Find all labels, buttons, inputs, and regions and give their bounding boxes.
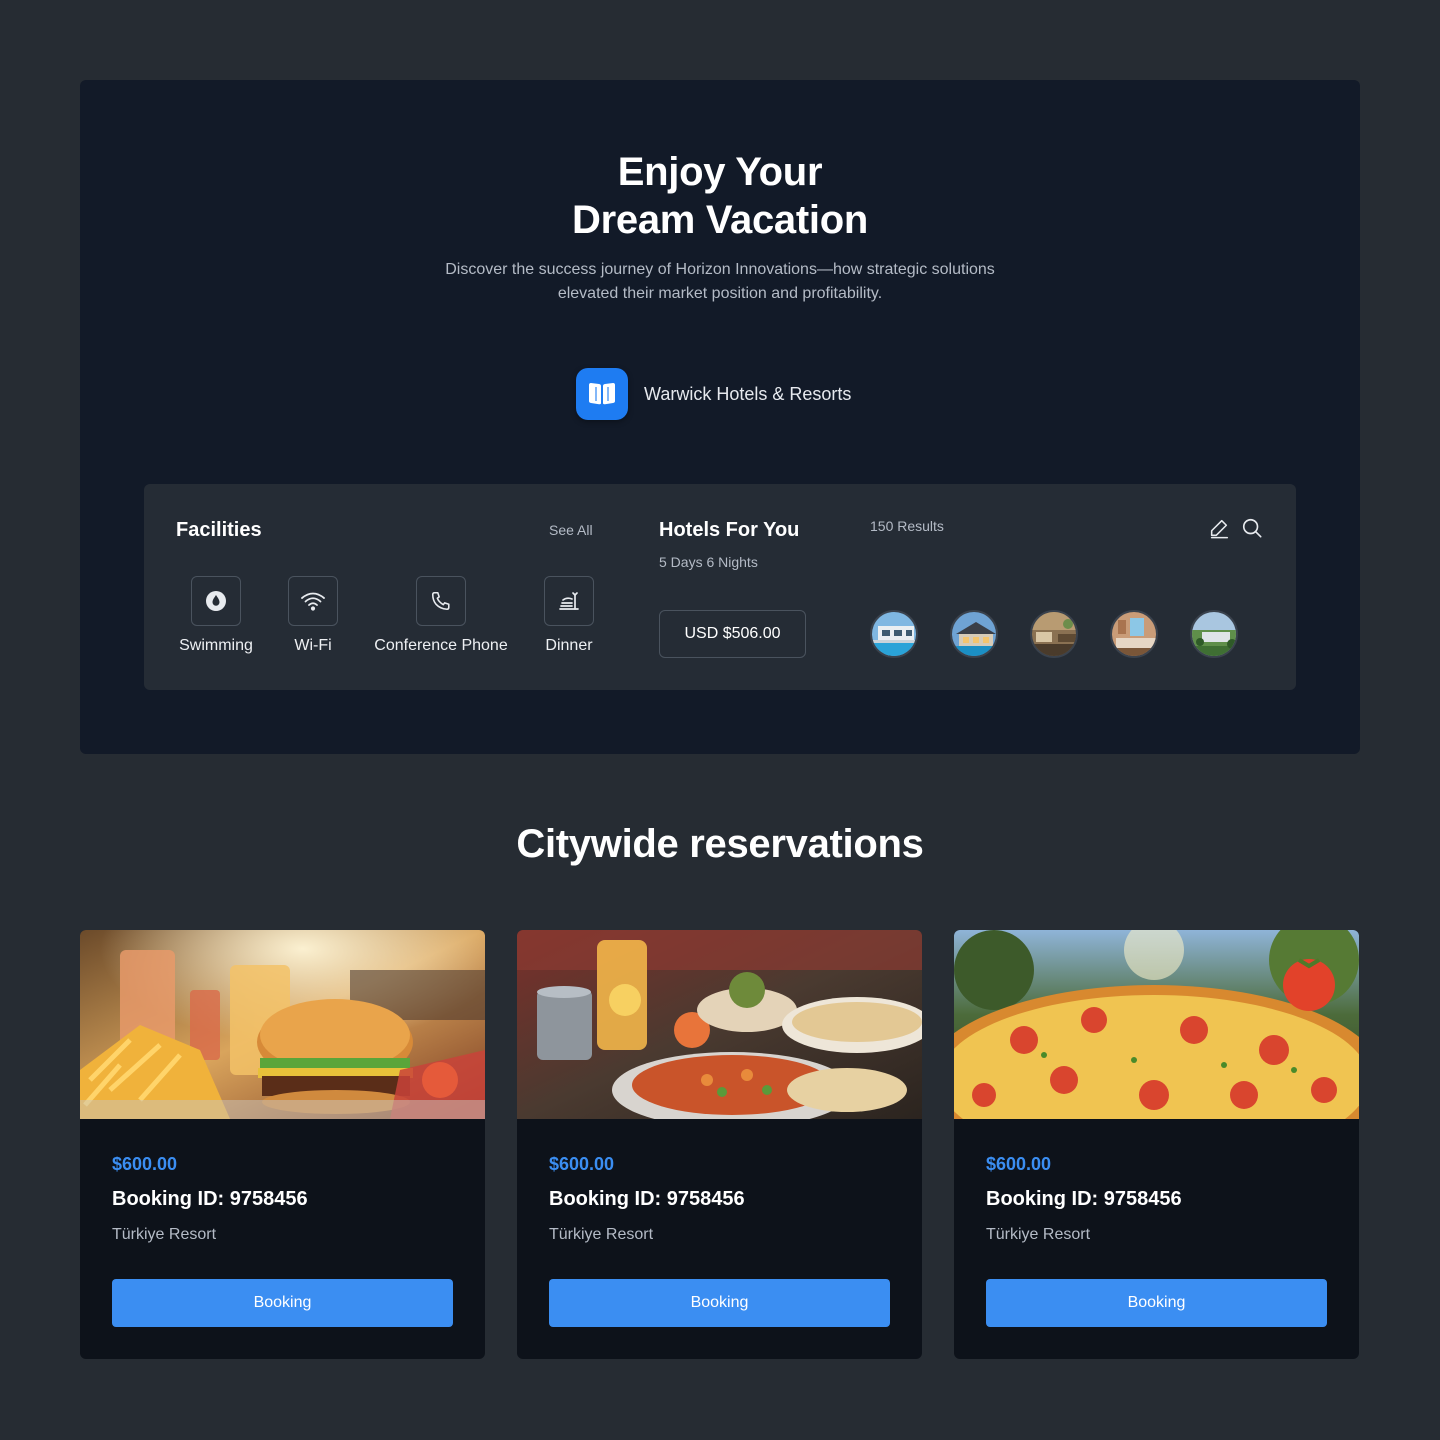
card-location: Türkiye Resort (986, 1226, 1091, 1243)
facility-label: Wi-Fi (294, 637, 332, 654)
card-booking-id: Booking ID: 9758456 (986, 1188, 1182, 1210)
card-price: $600.00 (986, 1154, 1052, 1174)
dinner-icon (544, 576, 594, 626)
facilities-hotels-panel: Facilities See All Swimming Wi-Fi Confer… (144, 484, 1296, 690)
food-image-pizza (954, 930, 1359, 1119)
hotel-thumbnail-room[interactable] (1110, 610, 1158, 658)
see-all-link[interactable]: See All (549, 522, 593, 538)
reservation-card: $600.00 Booking ID: 9758456 Türkiye Reso… (517, 930, 922, 1359)
facility-swimming[interactable]: Swimming (176, 576, 256, 656)
facilities-title: Facilities (176, 519, 262, 541)
hero-title: Enjoy Your Dream Vacation (80, 148, 1360, 244)
card-price: $600.00 (112, 1154, 178, 1174)
hotel-thumbnail-pool[interactable] (870, 610, 918, 658)
booking-button[interactable]: Booking (986, 1279, 1327, 1327)
booking-button[interactable]: Booking (549, 1279, 890, 1327)
card-booking-id: Booking ID: 9758456 (112, 1188, 308, 1210)
hero-section: Enjoy Your Dream Vacation Discover the s… (80, 80, 1360, 754)
hero-title-line-1: Enjoy Your (617, 150, 823, 194)
brand[interactable]: Warwick Hotels & Resorts (576, 368, 851, 420)
hero-title-line-2: Dream Vacation (572, 198, 868, 242)
reservation-card: $600.00 Booking ID: 9758456 Türkiye Reso… (80, 930, 485, 1359)
card-booking-id: Booking ID: 9758456 (549, 1188, 745, 1210)
phone-icon (416, 576, 466, 626)
edit-icon[interactable] (1207, 516, 1231, 540)
facility-wifi[interactable]: Wi-Fi (288, 576, 338, 656)
hotel-thumbnail-aerial[interactable] (1190, 610, 1238, 658)
book-open-icon (576, 368, 628, 420)
facility-label: Swimming (179, 637, 253, 654)
facility-label: Dinner (545, 637, 593, 654)
wifi-icon (288, 576, 338, 626)
search-icon[interactable] (1240, 516, 1264, 540)
results-count: 150 Results (870, 518, 944, 534)
food-image-burger (80, 930, 485, 1119)
reservation-card: $600.00 Booking ID: 9758456 Türkiye Reso… (954, 930, 1359, 1359)
reservations-title: Citywide reservations (516, 822, 924, 866)
hotel-thumbnail-villa[interactable] (950, 610, 998, 658)
price-button[interactable]: USD $506.00 (659, 610, 806, 658)
brand-name: Warwick Hotels & Resorts (644, 383, 852, 404)
card-price: $600.00 (549, 1154, 615, 1174)
hotels-title: Hotels For You (659, 519, 800, 541)
facility-dinner[interactable]: Dinner (544, 576, 594, 656)
hero-subtitle: Discover the success journey of Horizon … (445, 261, 995, 302)
hotels-duration: 5 Days 6 Nights (659, 554, 758, 570)
facility-conference-phone[interactable]: Conference Phone (370, 576, 512, 656)
hotel-thumbnail-lobby[interactable] (1030, 610, 1078, 658)
food-image-curry (517, 930, 922, 1119)
card-location: Türkiye Resort (112, 1226, 217, 1243)
facility-label: Conference Phone (374, 637, 508, 654)
booking-button[interactable]: Booking (112, 1279, 453, 1327)
drop-icon (191, 576, 241, 626)
card-location: Türkiye Resort (549, 1226, 654, 1243)
